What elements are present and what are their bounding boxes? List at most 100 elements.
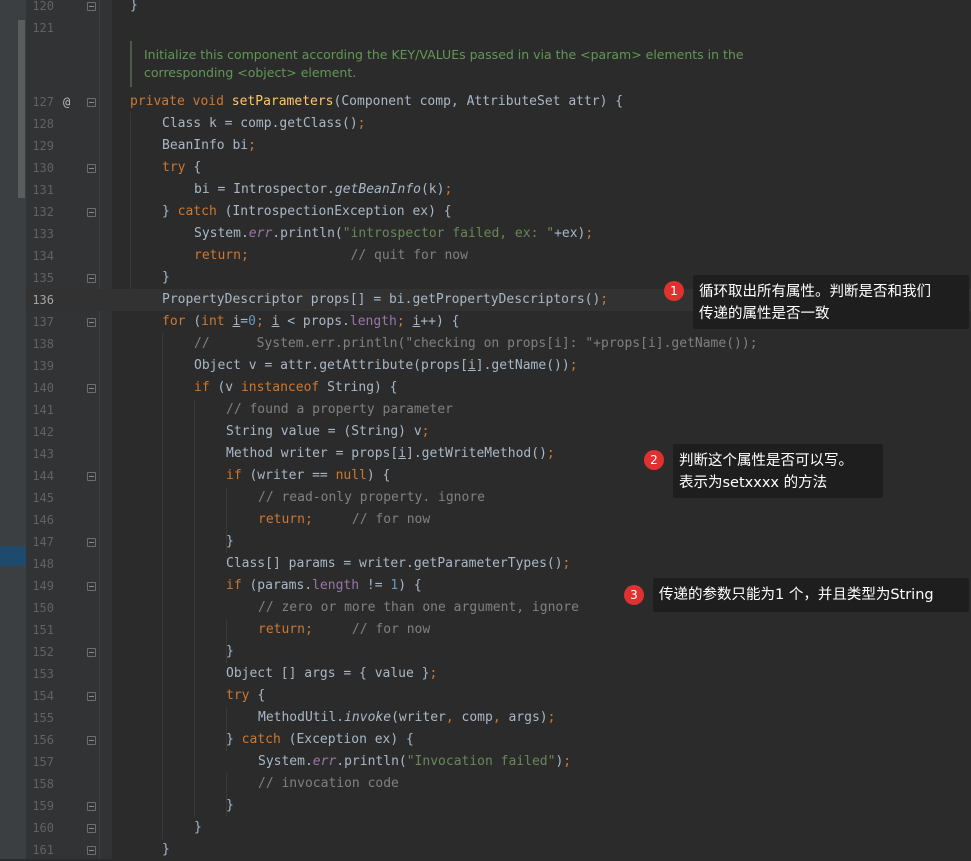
code-line[interactable]: // invocation code xyxy=(258,773,399,795)
code-line[interactable]: Object [] args = { value }; xyxy=(226,663,437,685)
line-number[interactable]: 149 xyxy=(26,575,54,597)
code-line[interactable]: // zero or more than one argument, ignor… xyxy=(258,597,579,619)
code-line[interactable]: } xyxy=(162,267,170,289)
code-line[interactable]: return; // quit for now xyxy=(194,245,468,267)
code-line[interactable]: for (int i=0; i < props.length; i++) { xyxy=(162,311,459,333)
code-line[interactable]: BeanInfo bi; xyxy=(162,135,256,157)
line-number[interactable]: 129 xyxy=(26,135,54,157)
code-token: PropertyDescriptor props[] = bi.getPrope… xyxy=(162,292,601,307)
fold-toggle-icon[interactable] xyxy=(87,274,96,283)
line-number[interactable]: 130 xyxy=(26,157,54,179)
code-line[interactable]: } catch (IntrospectionException ex) { xyxy=(162,201,452,223)
fold-toggle-icon[interactable] xyxy=(87,472,96,481)
code-line[interactable]: if (v instanceof String) { xyxy=(194,377,398,399)
code-line[interactable]: return; // for now xyxy=(258,619,430,641)
fold-toggle-icon[interactable] xyxy=(87,384,96,393)
line-number[interactable]: 145 xyxy=(26,487,54,509)
code-line[interactable]: Object v = attr.getAttribute(props[i].ge… xyxy=(194,355,578,377)
line-number[interactable]: 137 xyxy=(26,311,54,333)
fold-toggle-icon[interactable] xyxy=(87,692,96,701)
line-number[interactable]: 154 xyxy=(26,685,54,707)
code-line[interactable]: if (writer == null) { xyxy=(226,465,390,487)
code-line[interactable]: // found a property parameter xyxy=(226,399,453,421)
line-number[interactable]: 151 xyxy=(26,619,54,641)
line-number[interactable]: 135 xyxy=(26,267,54,289)
line-number[interactable]: 158 xyxy=(26,773,54,795)
code-token: (k) xyxy=(420,182,445,197)
code-line[interactable]: MethodUtil.invoke(writer, comp, args); xyxy=(258,707,555,729)
line-number[interactable]: 155 xyxy=(26,707,54,729)
code-line[interactable]: Method writer = props[i].getWriteMethod(… xyxy=(226,443,555,465)
line-number[interactable]: 127 xyxy=(26,91,54,113)
code-line[interactable]: // System.err.println("checking on props… xyxy=(194,333,758,355)
code-line[interactable]: private void setParameters(Component com… xyxy=(130,91,623,113)
line-number[interactable]: 144 xyxy=(26,465,54,487)
fold-toggle-icon[interactable] xyxy=(87,164,96,173)
override-marker-icon[interactable]: @ xyxy=(63,91,70,113)
line-number[interactable]: 156 xyxy=(26,729,54,751)
line-number[interactable]: 146 xyxy=(26,509,54,531)
line-number[interactable]: 152 xyxy=(26,641,54,663)
code-line[interactable]: Class k = comp.getClass(); xyxy=(162,113,366,135)
fold-toggle-icon[interactable] xyxy=(87,846,96,855)
line-number[interactable]: 136 xyxy=(26,289,54,311)
code-token: MethodUtil. xyxy=(258,710,345,725)
fold-toggle-icon[interactable] xyxy=(87,736,96,745)
code-line[interactable]: PropertyDescriptor props[] = bi.getPrope… xyxy=(162,289,608,311)
code-token: // zero or more than one argument, ignor… xyxy=(258,600,579,615)
code-line[interactable]: } xyxy=(226,531,234,553)
code-line[interactable]: } xyxy=(226,641,234,663)
line-number[interactable]: 143 xyxy=(26,443,54,465)
code-line[interactable]: Class[] params = writer.getParameterType… xyxy=(226,553,570,575)
code-line[interactable]: bi = Introspector.getBeanInfo(k); xyxy=(194,179,452,201)
line-number[interactable]: 148 xyxy=(26,553,54,575)
line-number[interactable]: 159 xyxy=(26,795,54,817)
code-line[interactable]: if (params.length != 1) { xyxy=(226,575,422,597)
code-token: i xyxy=(467,358,476,373)
line-number[interactable]: 138 xyxy=(26,333,54,355)
code-line[interactable]: } xyxy=(226,795,234,817)
line-number[interactable]: 133 xyxy=(26,223,54,245)
code-line[interactable]: System.err.println("Invocation failed"); xyxy=(258,751,571,773)
code-line[interactable]: } xyxy=(162,839,170,861)
line-number[interactable]: 157 xyxy=(26,751,54,773)
callout-1-line-1: 循环取出所有属性。判断是否和我们 xyxy=(699,284,931,300)
line-number[interactable]: 141 xyxy=(26,399,54,421)
fold-toggle-icon[interactable] xyxy=(87,802,96,811)
code-line[interactable]: // read-only property. ignore xyxy=(258,487,485,509)
line-number[interactable]: 139 xyxy=(26,355,54,377)
fold-toggle-icon[interactable] xyxy=(87,208,96,217)
line-number[interactable]: 120 xyxy=(26,0,54,17)
code-line[interactable]: } catch (Exception ex) { xyxy=(226,729,414,751)
line-number[interactable]: 131 xyxy=(26,179,54,201)
fold-toggle-icon[interactable] xyxy=(87,824,96,833)
code-line[interactable]: return; // for now xyxy=(258,509,430,531)
code-token: System. xyxy=(258,754,313,769)
fold-toggle-icon[interactable] xyxy=(87,648,96,657)
line-number[interactable]: 134 xyxy=(26,245,54,267)
fold-toggle-icon[interactable] xyxy=(87,2,96,11)
javadoc-line-1: Initialize this component according the … xyxy=(144,47,744,62)
line-number[interactable]: 150 xyxy=(26,597,54,619)
code-line[interactable]: System.err.println("introspector failed,… xyxy=(194,223,593,245)
line-number[interactable]: 161 xyxy=(26,839,54,861)
fold-toggle-icon[interactable] xyxy=(87,318,96,327)
code-line[interactable]: try { xyxy=(226,685,265,707)
code-line[interactable]: try { xyxy=(162,157,201,179)
line-number[interactable]: 147 xyxy=(26,531,54,553)
line-number[interactable]: 140 xyxy=(26,377,54,399)
line-number[interactable]: 153 xyxy=(26,663,54,685)
line-number[interactable]: 128 xyxy=(26,113,54,135)
line-number[interactable]: 160 xyxy=(26,817,54,839)
fold-toggle-icon[interactable] xyxy=(87,538,96,547)
code-line[interactable]: } xyxy=(130,0,138,17)
code-token: 0 xyxy=(248,314,256,329)
fold-toggle-icon[interactable] xyxy=(87,582,96,591)
line-number[interactable]: 132 xyxy=(26,201,54,223)
code-line[interactable]: } xyxy=(194,817,202,839)
code-token: ; xyxy=(600,292,609,307)
line-number[interactable]: 142 xyxy=(26,421,54,443)
code-line[interactable]: String value = (String) v; xyxy=(226,421,430,443)
fold-toggle-icon[interactable] xyxy=(87,98,96,107)
line-number[interactable]: 121 xyxy=(26,17,54,39)
